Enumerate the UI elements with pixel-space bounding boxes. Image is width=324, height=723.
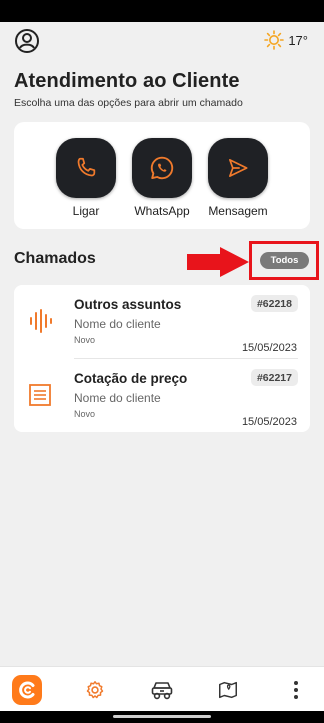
ticket-date: 15/05/2023 <box>241 342 297 354</box>
ticket-client: Nome do cliente <box>74 317 161 331</box>
brand-logo-icon <box>19 681 35 699</box>
status-bar <box>0 0 324 22</box>
temperature-label: 17° <box>288 32 308 48</box>
phone-icon <box>77 157 96 177</box>
nav-service-button[interactable] <box>80 675 110 705</box>
message-label: Mensagem <box>208 204 268 218</box>
sun-icon <box>264 30 285 50</box>
ticket-item[interactable]: Cotação de preço Nome do cliente Novo #6… <box>14 359 310 431</box>
page-title: Atendimento ao Cliente <box>14 70 240 92</box>
ticket-item[interactable]: Outros assuntos Nome do cliente Novo #62… <box>14 285 310 357</box>
message-button[interactable]: Mensagem <box>200 138 276 218</box>
filter-all-button[interactable]: Todos <box>260 252 309 269</box>
profile-button[interactable] <box>14 28 40 54</box>
more-vertical-icon <box>294 681 298 699</box>
ticket-status: Novo <box>74 409 96 419</box>
weather-widget: 17° <box>264 30 308 50</box>
nav-map-button[interactable] <box>213 675 243 705</box>
ticket-client: Nome do cliente <box>74 391 161 405</box>
top-bar: 17° <box>0 22 324 58</box>
home-logo-button[interactable] <box>12 675 42 705</box>
ticket-id-badge: #62218 <box>250 295 298 312</box>
user-circle-icon <box>15 29 39 53</box>
ticket-id-badge: #62217 <box>250 369 298 386</box>
whatsapp-label: WhatsApp <box>134 204 190 218</box>
system-gesture-area <box>0 711 324 723</box>
page-header: Atendimento ao Cliente Escolha uma das o… <box>14 70 314 109</box>
whatsapp-icon <box>150 156 174 180</box>
ticket-status: Novo <box>74 335 96 345</box>
gear-icon <box>86 681 104 699</box>
call-label: Ligar <box>72 204 100 218</box>
document-icon <box>29 384 51 406</box>
tickets-section-title: Chamados <box>14 250 96 267</box>
contact-actions-card: Ligar WhatsApp Mensagem <box>14 122 310 229</box>
home-gesture-bar[interactable] <box>113 715 211 718</box>
ticket-title: Cotação de preço <box>74 371 188 386</box>
call-tile <box>56 138 116 198</box>
nav-vehicle-button[interactable] <box>147 675 177 705</box>
call-button[interactable]: Ligar <box>48 138 124 218</box>
ticket-title: Outros assuntos <box>74 297 182 312</box>
bottom-navigation <box>0 666 324 711</box>
ticket-date: 15/05/2023 <box>241 416 297 428</box>
whatsapp-tile <box>132 138 192 198</box>
audio-wave-icon <box>30 309 52 333</box>
send-icon <box>229 159 248 177</box>
whatsapp-button[interactable]: WhatsApp <box>124 138 200 218</box>
page-subtitle: Escolha uma das opções para abrir um cha… <box>14 97 243 109</box>
red-arrow-annotation <box>187 247 249 277</box>
message-tile <box>208 138 268 198</box>
tickets-list: Outros assuntos Nome do cliente Novo #62… <box>14 285 310 432</box>
nav-more-button[interactable] <box>281 675 311 705</box>
vehicle-icon <box>151 682 173 700</box>
map-pin-icon <box>219 681 237 699</box>
